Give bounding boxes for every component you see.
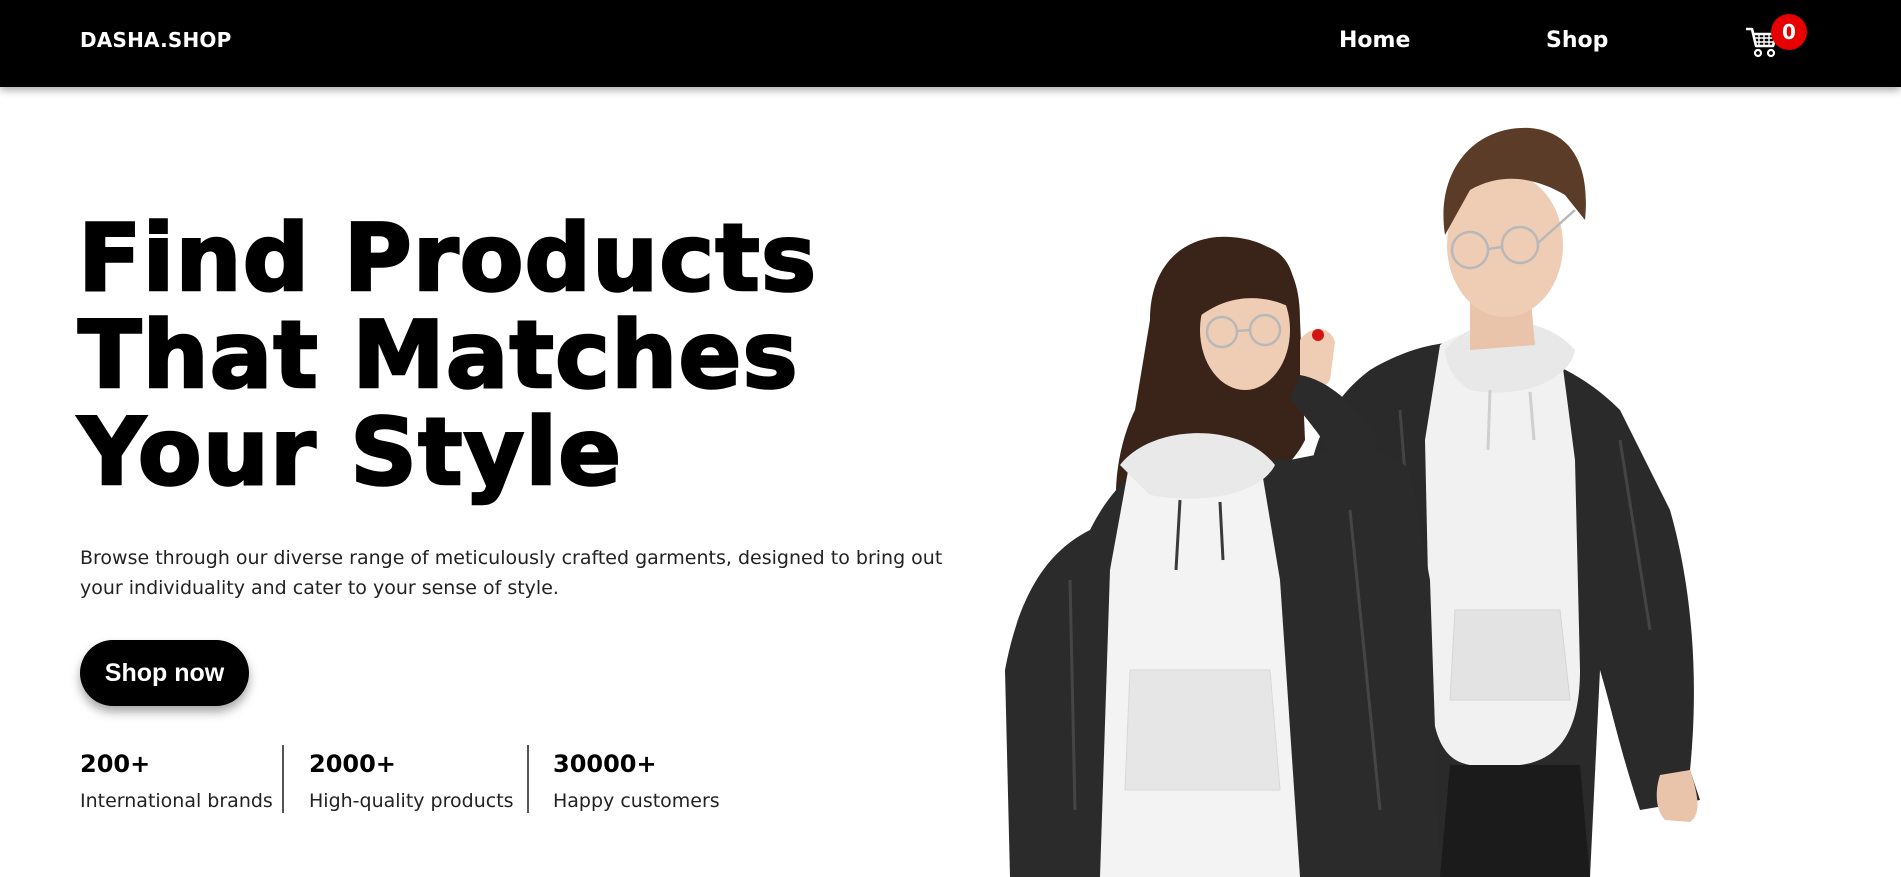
stat-divider: [527, 745, 529, 813]
hero-description: Browse through our diverse range of meti…: [80, 547, 943, 599]
stat-value: 200+: [80, 750, 151, 778]
nav-home-link[interactable]: Home: [1339, 28, 1410, 53]
site-logo[interactable]: DASHA.SHOP: [80, 28, 231, 52]
stat-label: Happy customers: [553, 790, 720, 812]
stat-customers: 30000+ Happy customers: [553, 745, 720, 813]
nav-shop-link[interactable]: Shop: [1546, 28, 1608, 53]
woman-figure: [1005, 236, 1440, 877]
stat-products: 2000+ High-quality products: [309, 745, 514, 813]
stat-value: 2000+: [309, 750, 396, 778]
stat-label: High-quality products: [309, 790, 514, 812]
hero-title: Find Products That Matches Your Style: [77, 204, 978, 506]
stat-divider: [282, 745, 284, 813]
hero-title-line: Your Style: [77, 398, 623, 506]
cart-count-badge: 0: [1771, 14, 1807, 50]
stat-label: International brands: [80, 790, 273, 812]
shop-now-button[interactable]: Shop now: [80, 640, 249, 706]
hero-title-line: Find Products: [77, 204, 818, 312]
hero-title-line: That Matches: [77, 301, 799, 409]
stat-value: 30000+: [553, 750, 657, 778]
navbar: DASHA.SHOP Home Shop 0: [0, 0, 1901, 87]
hero-image: [1005, 127, 1700, 877]
stat-brands: 200+ International brands: [80, 745, 273, 813]
cart-button[interactable]: 0: [1741, 14, 1807, 64]
